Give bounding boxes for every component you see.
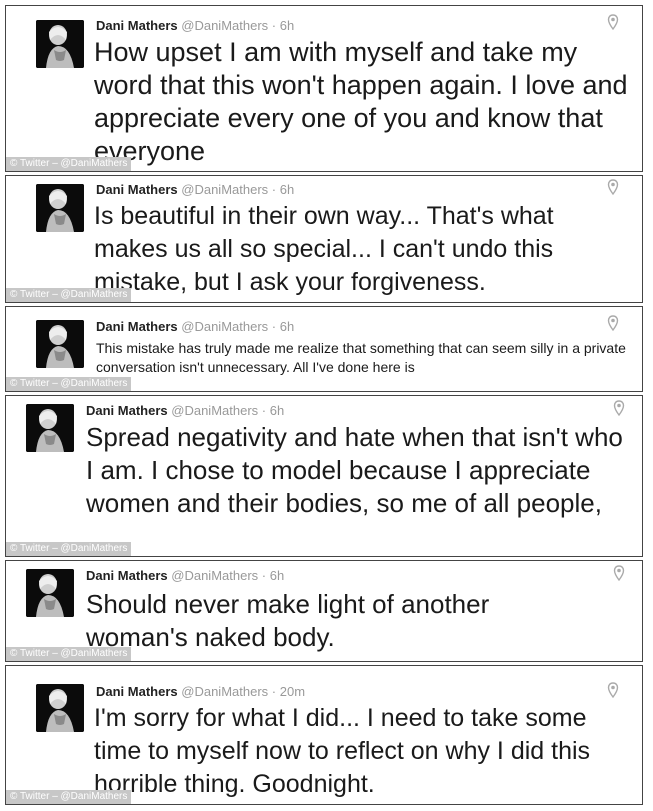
separator: · [261,568,267,583]
separator: · [271,319,277,334]
watermark: © Twitter – @DaniMathers [6,157,132,171]
tweet-header: Dani Mathers @DaniMathers · 20m [96,684,305,700]
tweet-card[interactable]: Dani Mathers @DaniMathers · 6h How upset… [5,5,643,172]
watermark: © Twitter – @DaniMathers [6,647,132,661]
author-name[interactable]: Dani Mathers [96,319,178,334]
author-name[interactable]: Dani Mathers [96,182,178,197]
tweet-header: Dani Mathers @DaniMathers · 6h [96,182,294,198]
location-pin-icon [607,682,619,699]
avatar[interactable] [26,569,74,617]
tweet-text: I'm sorry for what I did... I need to ta… [94,704,591,798]
author-handle[interactable]: @DaniMathers [181,319,268,334]
watermark: © Twitter – @DaniMathers [6,542,132,556]
tweet-card[interactable]: Dani Mathers @DaniMathers · 6h Is beauti… [5,175,643,303]
tweet-header: Dani Mathers @DaniMathers · 6h [86,568,284,584]
author-handle[interactable]: @DaniMathers [181,182,268,197]
avatar[interactable] [26,404,74,452]
separator: · [271,18,277,33]
tweet-card[interactable]: Dani Mathers @DaniMathers · 20m I'm sorr… [5,665,643,805]
avatar[interactable] [36,320,84,368]
location-pin-icon [607,14,619,31]
timestamp[interactable]: 6h [280,18,294,33]
timestamp[interactable]: 6h [280,319,294,334]
author-handle[interactable]: @DaniMathers [171,568,258,583]
avatar[interactable] [36,684,84,732]
tweet-card[interactable]: Dani Mathers @DaniMathers · 6h Should ne… [5,560,643,662]
tweet-card[interactable]: Dani Mathers @DaniMathers · 6h This mist… [5,306,643,392]
tweet-header: Dani Mathers @DaniMathers · 6h [96,319,294,335]
author-name[interactable]: Dani Mathers [86,403,168,418]
separator: · [271,182,277,197]
tweet-text: Spread negativity and hate when that isn… [86,422,623,518]
tweet-card[interactable]: Dani Mathers @DaniMathers · 6h Spread ne… [5,395,643,557]
avatar[interactable] [36,20,84,68]
author-name[interactable]: Dani Mathers [96,684,178,699]
tweet-header: Dani Mathers @DaniMathers · 6h [96,18,294,34]
watermark: © Twitter – @DaniMathers [6,288,132,302]
author-handle[interactable]: @DaniMathers [181,18,268,33]
watermark: © Twitter – @DaniMathers [6,377,132,391]
tweet-header: Dani Mathers @DaniMathers · 6h [86,403,284,419]
author-handle[interactable]: @DaniMathers [171,403,258,418]
separator: · [261,403,267,418]
timestamp[interactable]: 20m [280,684,305,699]
location-pin-icon [607,315,619,332]
author-handle[interactable]: @DaniMathers [181,684,268,699]
timestamp[interactable]: 6h [270,568,284,583]
tweet-text: How upset I am with myself and take my w… [94,37,628,166]
tweet-text: This mistake has truly made me realize t… [96,340,626,375]
location-pin-icon [607,179,619,196]
tweet-text: Is beautiful in their own way... That's … [94,202,554,296]
author-name[interactable]: Dani Mathers [86,568,168,583]
timestamp[interactable]: 6h [280,182,294,197]
location-pin-icon [613,400,625,417]
separator: · [271,684,277,699]
avatar[interactable] [36,184,84,232]
tweet-text: Should never make light of another woman… [86,589,490,652]
location-pin-icon [613,565,625,582]
author-name[interactable]: Dani Mathers [96,18,178,33]
watermark: © Twitter – @DaniMathers [6,790,132,804]
timestamp[interactable]: 6h [270,403,284,418]
